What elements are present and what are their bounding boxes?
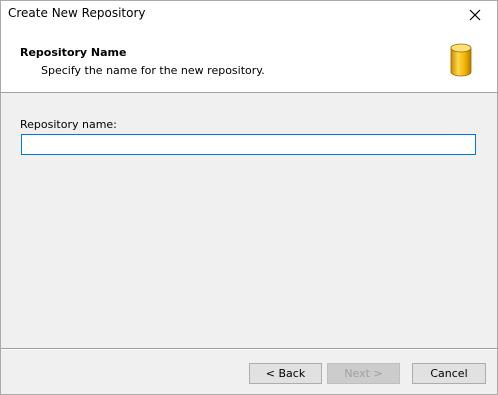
footer-divider (1, 348, 497, 350)
repository-name-label: Repository name: (20, 118, 117, 131)
next-button[interactable]: Next > (327, 363, 400, 384)
cancel-button[interactable]: Cancel (412, 363, 486, 384)
window-title: Create New Repository (8, 6, 146, 20)
repository-name-input[interactable] (21, 134, 476, 155)
title-bar: Create New Repository (1, 1, 497, 28)
database-icon (450, 43, 472, 77)
close-button[interactable] (453, 1, 497, 28)
page-title: Repository Name (20, 46, 127, 59)
page-subtitle: Specify the name for the new repository. (41, 64, 265, 77)
create-repository-dialog: Create New Repository Repository Name Sp… (0, 0, 498, 395)
wizard-header: Repository Name Specify the name for the… (1, 28, 497, 93)
close-icon (469, 9, 481, 20)
back-button[interactable]: < Back (249, 363, 322, 384)
